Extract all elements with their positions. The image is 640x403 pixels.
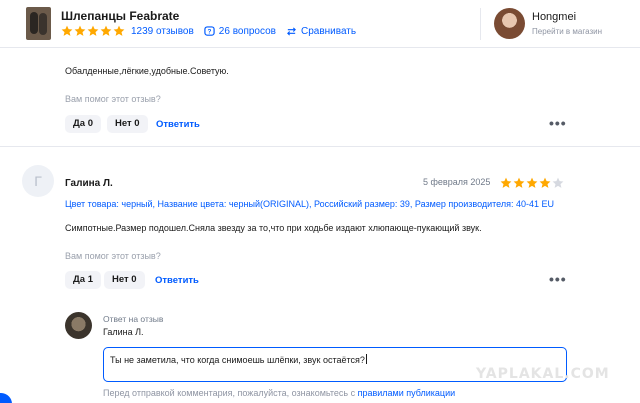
yes-button[interactable]: Да 1: [65, 271, 101, 289]
prev-reply-button[interactable]: Ответить: [156, 119, 200, 130]
prev-helpful-question: Вам помог этот отзыв?: [65, 94, 161, 104]
reply-input-value: Ты не заметила, что когда снимоешь шлёпк…: [110, 355, 365, 365]
header-divider: [480, 8, 481, 40]
product-title[interactable]: Шлепанцы Feabrate: [61, 9, 179, 23]
watermark: YAPLAKAL.COM: [476, 366, 610, 382]
prev-yes-button[interactable]: Да 0: [65, 115, 101, 133]
review-rating-stars: [500, 177, 564, 189]
star-filled-icon: [526, 177, 538, 188]
review-text: Симпотные.Размер подошел.Сняла звезду за…: [65, 223, 482, 233]
reviewer-avatar: Г: [22, 165, 54, 197]
chat-button[interactable]: [0, 393, 12, 403]
questions-count-link[interactable]: 26 вопросов: [219, 26, 276, 37]
star-icon: [100, 25, 112, 36]
product-header: Шлепанцы Feabrate 1239 отзывов ? 26 вопр…: [0, 0, 640, 48]
star-icon: [61, 25, 73, 36]
publication-rules-link[interactable]: правилами публикации: [358, 388, 456, 398]
no-button[interactable]: Нет 0: [104, 271, 145, 289]
seller-avatar[interactable]: [494, 8, 525, 39]
go-to-store-link[interactable]: Перейти в магазин: [532, 27, 602, 36]
star-empty-icon: [552, 177, 564, 188]
question-icon: ?: [204, 25, 215, 36]
more-icon[interactable]: •••: [549, 271, 567, 287]
review-date: 5 февраля 2025: [423, 177, 491, 187]
svg-text:?: ?: [207, 28, 211, 35]
reply-button[interactable]: Ответить: [155, 275, 199, 286]
star-icon: [87, 25, 99, 36]
star-filled-icon: [500, 177, 512, 188]
rules-notice: Перед отправкой комментария, пожалуйста,…: [103, 388, 455, 398]
star-filled-icon: [513, 177, 525, 188]
product-meta: 1239 отзывов ? 26 вопросов Сравнивать: [61, 25, 366, 37]
reviews-count-link[interactable]: 1239 отзывов: [131, 26, 194, 37]
reply-to-name: Галина Л.: [103, 327, 144, 337]
reply-form-title: Ответ на отзыв: [103, 314, 164, 324]
compare-icon: [287, 26, 296, 36]
current-user-avatar: [65, 312, 92, 339]
prev-review-text: Обалденные,лёгкие,удобные.Советую.: [65, 66, 229, 76]
review-product-properties: Цвет товара: черный, Название цвета: чер…: [65, 199, 555, 209]
product-rating-stars: [61, 25, 125, 37]
prev-more-icon[interactable]: •••: [549, 115, 567, 131]
helpful-question: Вам помог этот отзыв?: [65, 251, 161, 261]
rules-prefix: Перед отправкой комментария, пожалуйста,…: [103, 388, 356, 398]
review-divider: [0, 146, 640, 147]
seller-name[interactable]: Hongmei: [532, 11, 576, 23]
text-caret: [365, 354, 367, 364]
star-filled-icon: [539, 177, 551, 188]
star-icon: [74, 25, 86, 36]
compare-link[interactable]: Сравнивать: [301, 26, 356, 37]
prev-no-button[interactable]: Нет 0: [107, 115, 148, 133]
product-thumbnail[interactable]: [26, 7, 51, 40]
star-icon: [113, 25, 125, 36]
reviewer-name: Галина Л.: [65, 178, 113, 189]
